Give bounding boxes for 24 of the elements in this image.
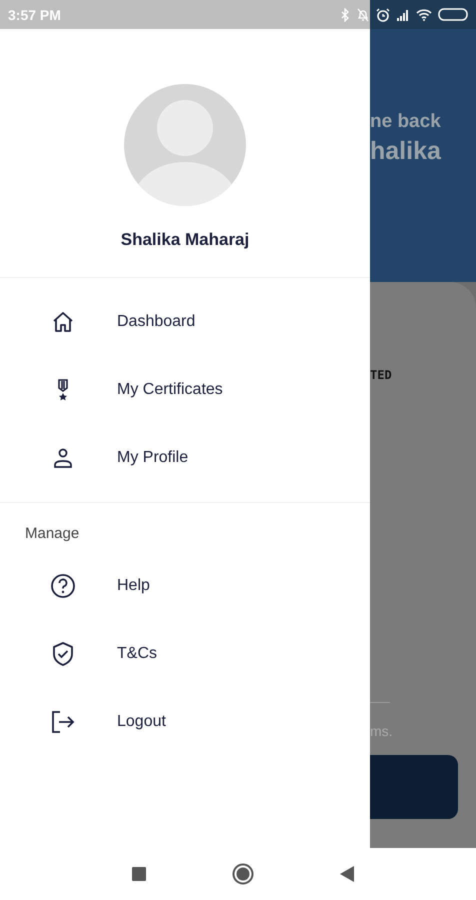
back-icon[interactable] xyxy=(340,866,354,882)
menu-item[interactable]: Logout xyxy=(0,688,370,756)
battery-icon xyxy=(438,8,468,21)
menu-item[interactable]: My Certificates xyxy=(0,356,370,424)
alarm-icon xyxy=(376,8,390,22)
section-heading: Manage xyxy=(24,524,80,544)
bell-off-icon xyxy=(356,8,370,22)
logout-icon xyxy=(50,709,76,735)
user-name-heading: halika xyxy=(370,137,442,166)
greeting-text: ne back xyxy=(370,111,442,133)
card-heading: TED xyxy=(370,368,393,382)
home-button-icon[interactable] xyxy=(232,863,254,885)
avatar-icon xyxy=(124,84,246,206)
bluetooth-icon xyxy=(341,8,350,22)
shield-check-icon xyxy=(50,641,76,667)
wifi-icon xyxy=(416,8,432,20)
user-name: Shalika Maharaj xyxy=(120,230,250,250)
signal-icon xyxy=(396,8,410,20)
menu-item[interactable]: Help xyxy=(0,552,370,620)
menu-item[interactable]: T&Cs xyxy=(0,620,370,688)
menu-item[interactable]: Dashboard xyxy=(0,288,370,356)
status-time: 3:57 PM xyxy=(8,6,61,22)
menu-item[interactable]: My Profile xyxy=(0,424,370,492)
help-icon xyxy=(50,573,76,599)
